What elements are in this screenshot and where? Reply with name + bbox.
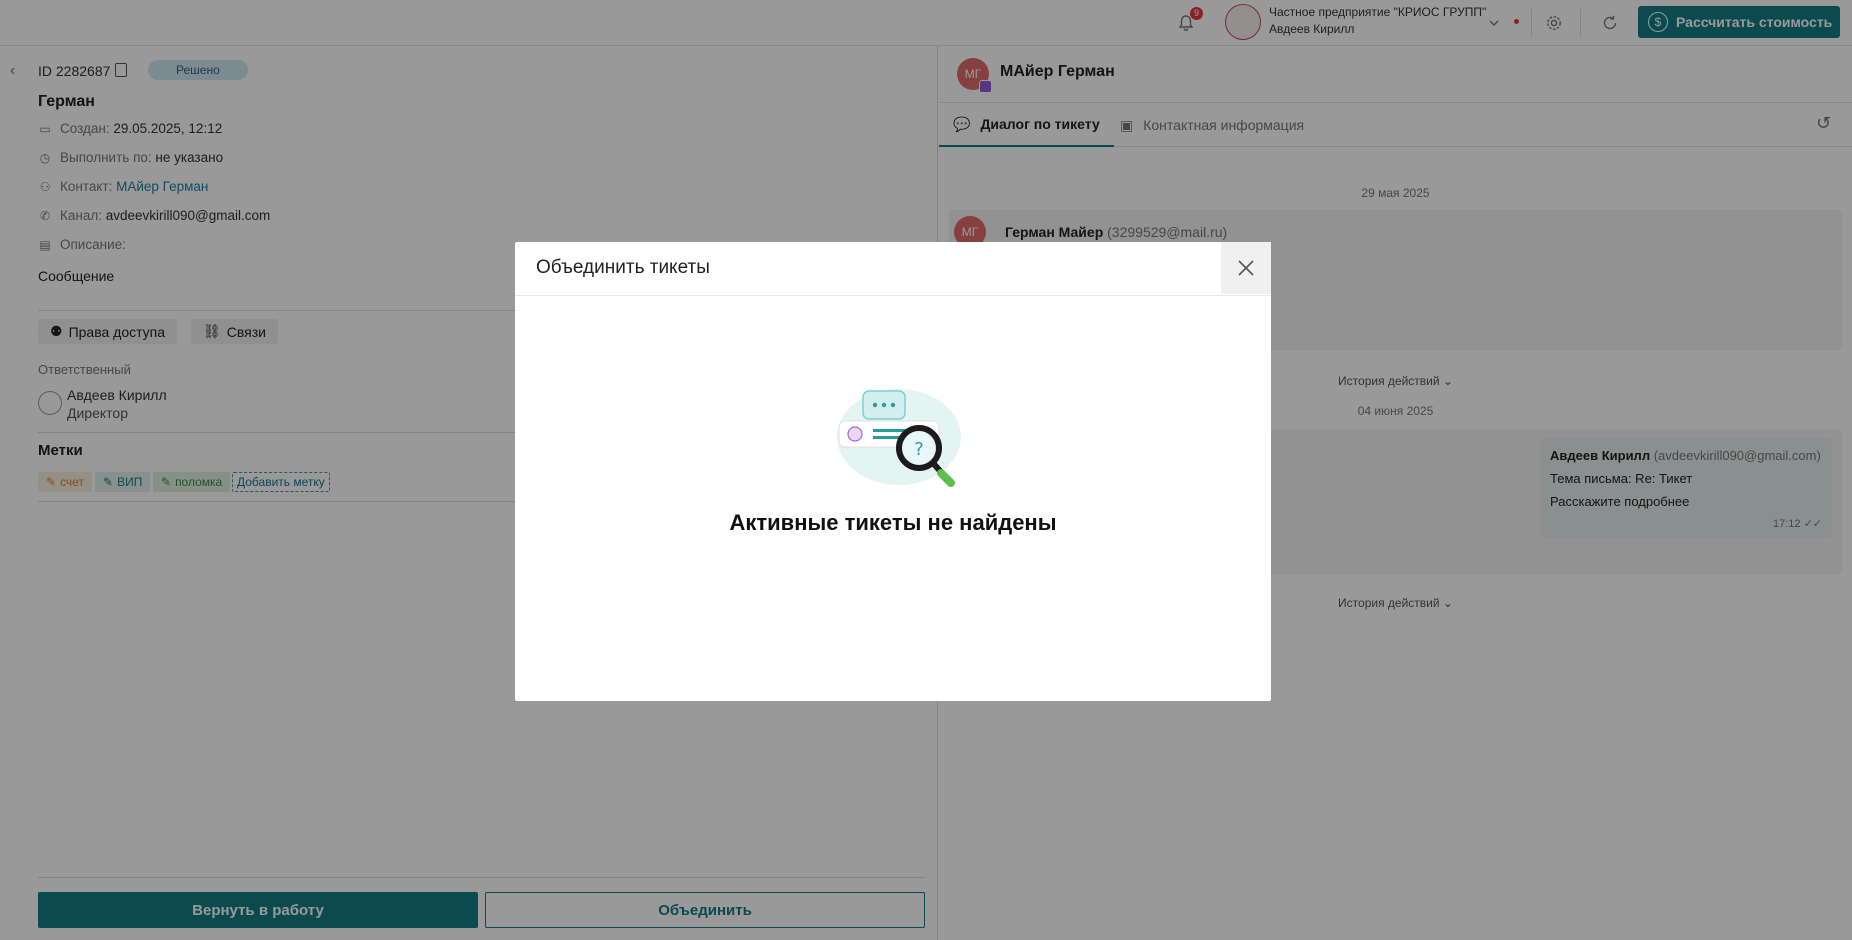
svg-text:?: ?	[914, 439, 924, 460]
empty-search-illustration: ?	[833, 385, 967, 495]
magnifier-illustration: ?	[837, 389, 961, 487]
modal-header: Объединить тикеты	[515, 242, 1271, 296]
empty-state-text: Активные тикеты не найдены	[729, 510, 1057, 535]
close-button[interactable]	[1221, 242, 1271, 294]
merge-tickets-modal: Объединить тикеты ? Активные тикеты не н…	[515, 242, 1271, 701]
close-icon	[1238, 260, 1254, 276]
modal-title: Объединить тикеты	[536, 257, 710, 278]
